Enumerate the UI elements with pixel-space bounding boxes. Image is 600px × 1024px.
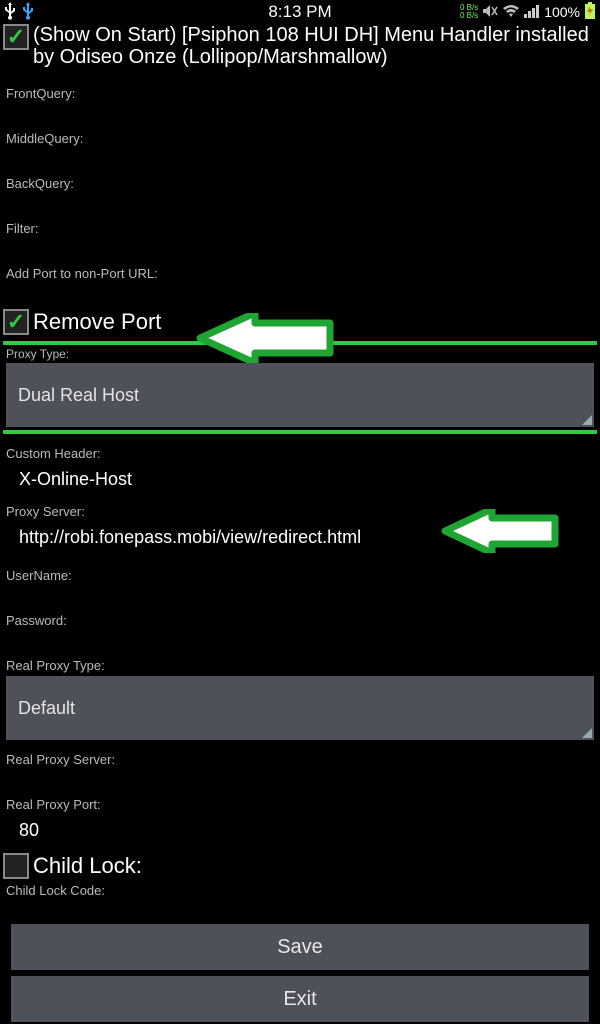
proxy-server-label: Proxy Server: — [3, 504, 597, 519]
front-query-label: FrontQuery: — [3, 86, 597, 101]
battery-icon — [584, 2, 596, 23]
clock: 8:13 PM — [268, 2, 331, 22]
page-title: (Show On Start) [Psiphon 108 HUI DH] Men… — [33, 24, 597, 68]
remove-port-label: Remove Port — [33, 309, 161, 335]
real-proxy-type-label: Real Proxy Type: — [3, 658, 597, 673]
filter-label: Filter: — [3, 221, 597, 236]
proxy-type-dropdown[interactable]: Dual Real Host — [6, 363, 594, 427]
check-icon: ✓ — [7, 24, 25, 50]
real-proxy-port-input[interactable]: 80 — [3, 814, 597, 843]
show-on-start-checkbox[interactable]: ✓ — [3, 24, 29, 50]
spinner-corner-icon — [582, 728, 592, 738]
usb-icon — [22, 2, 34, 23]
child-lock-label: Child Lock: — [33, 853, 142, 879]
remove-port-checkbox[interactable]: ✓ — [3, 309, 29, 335]
username-label: UserName: — [3, 568, 597, 583]
signal-icon — [524, 4, 540, 21]
middle-query-label: MiddleQuery: — [3, 131, 597, 146]
status-bar: 8:13 PM 0 B/s 0 B/s 100% — [0, 0, 600, 24]
mute-icon — [482, 3, 498, 22]
back-query-label: BackQuery: — [3, 176, 597, 191]
child-lock-code-label: Child Lock Code: — [3, 883, 597, 898]
exit-button[interactable]: Exit — [11, 976, 589, 1022]
add-port-label: Add Port to non-Port URL: — [3, 266, 597, 281]
proxy-server-input[interactable]: http://robi.fonepass.mobi/view/redirect.… — [3, 521, 597, 550]
check-icon: ✓ — [7, 309, 25, 335]
exit-button-label: Exit — [283, 988, 316, 1011]
proxy-type-value: Dual Real Host — [18, 385, 139, 406]
child-lock-checkbox[interactable]: ✓ — [3, 853, 29, 879]
real-proxy-port-label: Real Proxy Port: — [3, 797, 597, 812]
real-proxy-type-dropdown[interactable]: Default — [6, 676, 594, 740]
wifi-icon — [502, 4, 520, 21]
proxy-type-label: Proxy Type: — [3, 345, 597, 363]
real-proxy-type-value: Default — [18, 698, 75, 719]
spinner-corner-icon — [582, 415, 592, 425]
password-label: Password: — [3, 613, 597, 628]
save-button[interactable]: Save — [11, 924, 589, 970]
battery-percent: 100% — [544, 4, 580, 20]
custom-header-label: Custom Header: — [3, 446, 597, 461]
real-proxy-server-label: Real Proxy Server: — [3, 752, 597, 767]
proxy-type-section: Proxy Type: Dual Real Host — [3, 341, 597, 434]
usb-icon — [4, 2, 16, 23]
network-speed: 0 B/s 0 B/s — [460, 4, 478, 20]
save-button-label: Save — [277, 936, 323, 959]
custom-header-input[interactable]: X-Online-Host — [3, 463, 597, 492]
